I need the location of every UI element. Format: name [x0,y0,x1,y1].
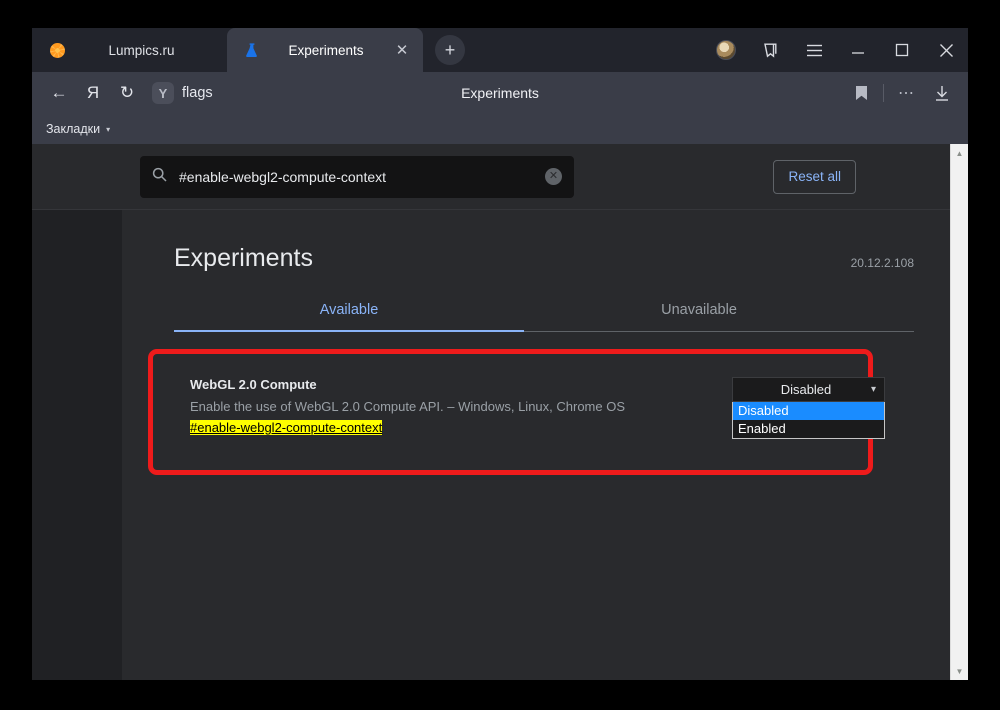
tab-available[interactable]: Available [174,302,524,331]
minimize-button[interactable] [836,28,880,72]
tab-lumpics[interactable]: Lumpics.ru [32,28,227,72]
experiment-flag-id: #enable-webgl2-compute-context [190,420,382,435]
bookmarks-bar: Закладки ▾ [32,114,968,144]
clear-search-icon[interactable]: ✕ [545,168,562,185]
page-viewport: ✕ Reset all Experiments 20.12.2.108 Avai… [32,144,968,680]
search-icon [152,167,167,187]
close-window-button[interactable] [924,28,968,72]
new-tab-button[interactable]: + [435,35,465,65]
tab-experiments[interactable]: Experiments ✕ [227,28,423,72]
flags-body-panel: Experiments 20.12.2.108 Available Unavai… [122,210,950,680]
experiment-card: WebGL 2.0 Compute Enable the use of WebG… [174,359,914,455]
collections-icon[interactable] [748,28,792,72]
version-label: 20.12.2.108 [851,256,914,270]
window-controls [704,28,968,72]
chevron-down-icon: ▾ [871,384,876,395]
orange-favicon [48,41,66,59]
browser-window: Lumpics.ru Experiments ✕ + [32,28,968,680]
experiment-select[interactable]: Disabled ▾ Disabled Enabled [732,377,885,439]
bookmarks-label: Закладки [46,122,100,136]
page-content: ✕ Reset all Experiments 20.12.2.108 Avai… [32,144,950,680]
hamburger-menu-icon[interactable] [792,28,836,72]
search-field-wrapper[interactable]: ✕ [140,156,574,198]
select-value: Disabled [741,382,871,397]
scroll-down-arrow[interactable]: ▼ [951,662,969,680]
close-icon[interactable]: ✕ [391,39,413,61]
bookmarks-menu-button[interactable]: Закладки ▾ [46,122,110,136]
tab-strip: Lumpics.ru Experiments ✕ + [32,28,968,72]
scroll-up-arrow[interactable]: ▲ [951,144,969,162]
tab-title: Experiments [261,43,391,58]
divider [883,84,884,102]
flask-icon [243,41,261,59]
back-button[interactable]: ← [42,76,76,110]
experiments-tabs: Available Unavailable [174,302,914,332]
select-closed-box[interactable]: Disabled ▾ [732,377,885,402]
chevron-down-icon: ▾ [106,125,110,134]
select-options-list: Disabled Enabled [732,402,885,439]
vertical-scrollbar[interactable]: ▲ ▼ [950,144,968,680]
nav-toolbar: ← Я ↻ Y flags Experiments ⋯ [32,72,968,114]
select-option-disabled[interactable]: Disabled [733,402,884,420]
reload-button[interactable]: ↻ [110,76,144,110]
select-option-enabled[interactable]: Enabled [733,420,884,438]
content-column: Experiments 20.12.2.108 Available Unavai… [174,210,914,680]
reset-all-button[interactable]: Reset all [773,160,856,194]
bookmark-icon[interactable] [843,72,879,114]
url-text: flags [182,85,213,101]
yandex-site-icon: Y [152,82,174,104]
maximize-button[interactable] [880,28,924,72]
page-heading: Experiments [174,244,313,273]
flags-search-row: ✕ Reset all [32,144,950,210]
avatar[interactable] [704,28,748,72]
active-tab-underline [174,330,524,332]
search-input[interactable] [179,169,545,185]
tab-title: Lumpics.ru [66,43,217,58]
address-bar[interactable]: Y flags [152,82,213,104]
tab-unavailable[interactable]: Unavailable [524,302,874,331]
more-options-button[interactable]: ⋯ [888,72,924,114]
experiments-header: Experiments 20.12.2.108 [174,210,914,273]
download-icon[interactable] [924,72,960,114]
toolbar-right-actions: ⋯ [843,72,960,114]
yandex-button[interactable]: Я [76,76,110,110]
